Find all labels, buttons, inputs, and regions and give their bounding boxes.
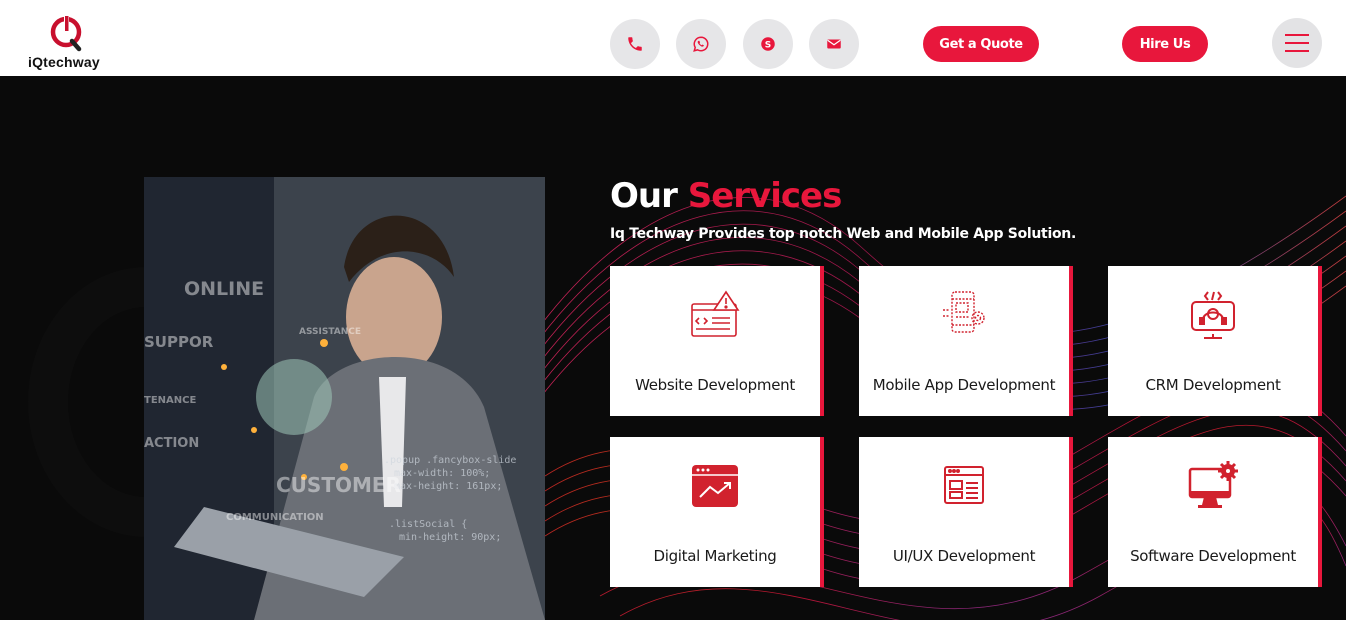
services-section: .popup .fancybox-slide max-width: 100%; … [0,76,1346,620]
overlay-word: ACTION [144,436,199,451]
overlay-word: TENANCE [144,395,196,406]
skype-icon: S [761,37,775,51]
overlay-word: SUPPOR [144,333,214,351]
logo-text: iQtechway [28,54,100,70]
hamburger-menu-icon [1285,34,1309,36]
service-label: Software Development [1130,547,1296,565]
svg-text:S: S [765,40,771,50]
svg-text:.listSocial {: .listSocial { [389,519,467,530]
section-subtitle: Iq Techway Provides top notch Web and Mo… [610,226,1076,242]
svg-text:.popup .fancybox-slide: .popup .fancybox-slide [384,455,516,466]
section-title-accent: Services [687,176,843,216]
skype-button[interactable]: S [743,19,793,69]
logo-mark-icon [50,16,82,52]
whatsapp-button[interactable] [676,19,726,69]
section-title: Our Services [610,176,843,216]
overlay-word: COMMUNICATION [226,512,324,523]
hamburger-menu-button[interactable] [1272,18,1322,68]
service-card-website-development[interactable]: Website Development [610,266,824,416]
headset-monitor-icon [1191,291,1235,339]
desktop-gear-icon [1188,461,1238,508]
logo[interactable]: iQtechway [28,14,108,72]
whatsapp-icon [693,36,709,52]
hero-illustration: .popup .fancybox-slide max-width: 100%; … [144,177,545,620]
mobile-settings-icon [943,291,985,333]
get-a-quote-button[interactable]: Get a Quote [923,26,1039,62]
service-label: CRM Development [1145,376,1281,394]
phone-icon [628,37,642,51]
service-card-digital-marketing[interactable]: Digital Marketing [610,437,824,587]
growth-browser-icon [692,465,738,507]
site-header: iQtechway S Get a Quote Hire Us [0,0,1346,76]
service-label: UI/UX Development [892,547,1036,565]
service-card-mobile-app-development[interactable]: Mobile App Development [859,266,1073,416]
service-card-software-development[interactable]: Software Development [1108,437,1322,587]
svg-text:max-height: 161px;: max-height: 161px; [394,481,502,492]
service-label: Mobile App Development [872,376,1056,394]
svg-text:max-width: 100%;: max-width: 100%; [394,468,490,479]
service-card-ui-ux-development[interactable]: UI/UX Development [859,437,1073,587]
service-label: Digital Marketing [653,547,777,565]
layout-window-icon [944,466,984,504]
web-code-icon [691,290,740,337]
svg-text:min-height: 90px;: min-height: 90px; [399,532,501,543]
overlay-word: ASSISTANCE [299,327,361,337]
phone-button[interactable] [610,19,660,69]
overlay-word: ONLINE [184,278,264,300]
hire-us-button[interactable]: Hire Us [1122,26,1208,62]
hero-image-businessman-laptop: .popup .fancybox-slide max-width: 100%; … [144,177,545,620]
overlay-word: CUSTOMER [276,473,401,497]
mail-button[interactable] [809,19,859,69]
mail-icon [827,39,841,49]
service-card-crm-development[interactable]: CRM Development [1108,266,1322,416]
section-title-main: Our [610,176,678,216]
service-label: Website Development [635,376,795,394]
